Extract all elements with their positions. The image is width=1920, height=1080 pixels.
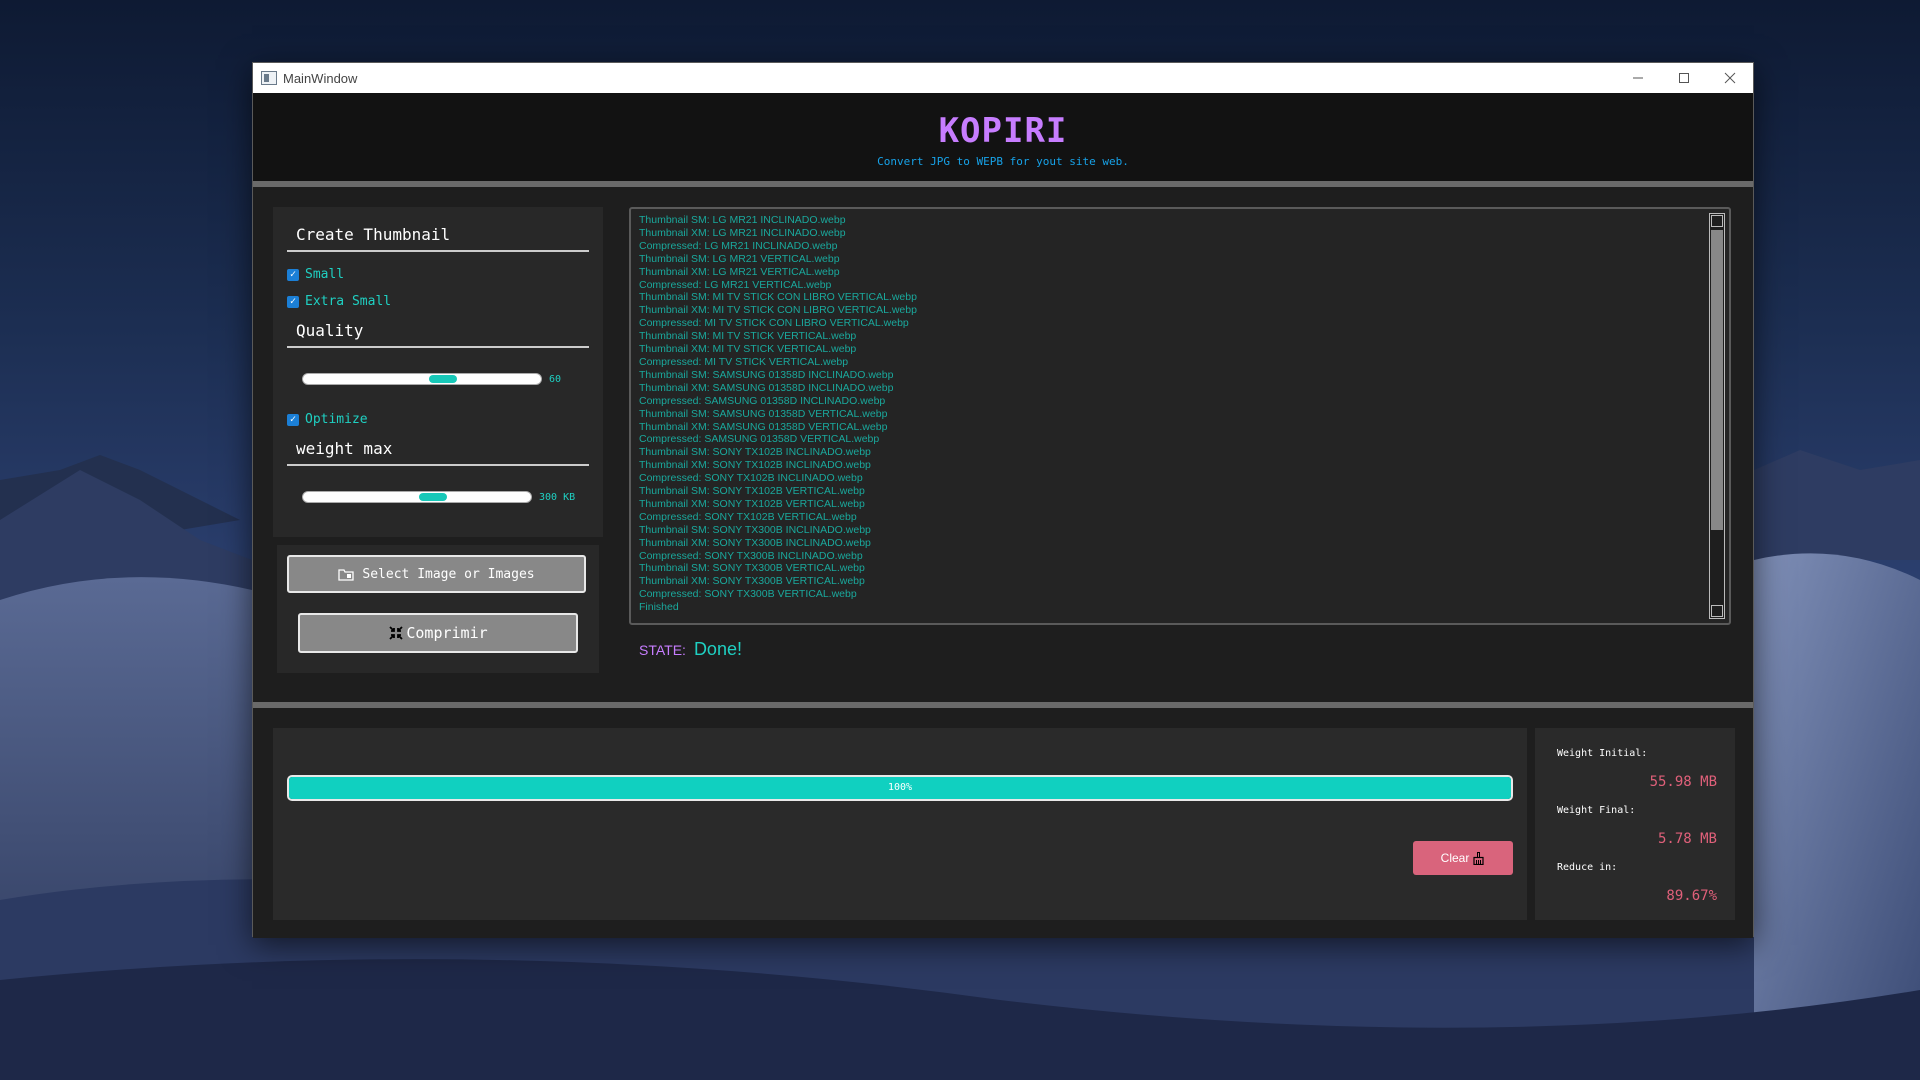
log-line: Thumbnail XM: SONY TX300B INCLINADO.webp: [639, 536, 871, 549]
log-line: Compressed: SONY TX300B INCLINADO.webp: [639, 549, 863, 562]
scroll-down-button[interactable]: [1711, 605, 1723, 617]
log-line: Compressed: LG MR21 VERTICAL.webp: [639, 278, 832, 291]
checkmark-icon: ✓: [287, 295, 299, 308]
app-window-icon: [261, 71, 277, 85]
log-scrollbar[interactable]: [1709, 213, 1725, 619]
log-line: Thumbnail SM: MI TV STICK VERTICAL.webp: [639, 330, 857, 343]
log-output[interactable]: Thumbnail SM: LG MR21 INCLINADO.webp Thum…: [629, 207, 1731, 625]
state-indicator: STATE: Done!: [639, 639, 742, 660]
checkmark-icon: ✓: [287, 268, 299, 281]
weight-value: 300 KB: [539, 492, 576, 503]
app-header: KOPIRI Convert JPG to WEPB for yout site…: [253, 93, 1753, 181]
log-line: Thumbnail XM: SONY TX102B INCLINADO.webp: [639, 459, 871, 472]
bottom-area: 100% Clear Weight Initial: 55.98 MB Weig…: [253, 708, 1753, 938]
log-line: Thumbnail XM: LG MR21 INCLINADO.webp: [639, 226, 846, 239]
actions-panel: Select Image or Images Comprimir: [277, 545, 599, 673]
checkmark-icon: ✓: [287, 413, 299, 426]
quality-value: 60: [549, 374, 562, 385]
minimize-icon: [1633, 77, 1643, 79]
clear-button[interactable]: Clear: [1413, 841, 1513, 875]
weight-final-value: 5.78 MB: [1657, 831, 1717, 847]
log-line: Thumbnail SM: SONY TX102B INCLINADO.webp: [639, 446, 871, 459]
main-area: Create Thumbnail ✓ Small ✓ Extra Small Q…: [253, 187, 1753, 702]
close-button[interactable]: [1707, 63, 1753, 93]
quality-slider-handle[interactable]: [429, 375, 457, 383]
weight-initial-value: 55.98 MB: [1649, 774, 1717, 790]
log-line: Compressed: SONY TX300B VERTICAL.webp: [639, 588, 857, 601]
log-line: Compressed: SAMSUNG 01358D INCLINADO.web…: [639, 394, 886, 407]
optimize-checkbox[interactable]: ✓ Optimize: [287, 412, 368, 427]
optimize-label: Optimize: [305, 412, 368, 427]
log-line: Thumbnail SM: SONY TX102B VERTICAL.webp: [639, 485, 865, 498]
log-line: Thumbnail SM: SAMSUNG 01358D INCLINADO.w…: [639, 368, 894, 381]
clear-label: Clear: [1440, 851, 1470, 865]
options-panel: Create Thumbnail ✓ Small ✓ Extra Small Q…: [273, 207, 603, 537]
folder-icon: [338, 568, 355, 581]
log-lines: Thumbnail SM: LG MR21 INCLINADO.webp Thum…: [639, 214, 1721, 614]
app-name: KOPIRI: [938, 111, 1068, 151]
log-line: Thumbnail XM: SAMSUNG 01358D VERTICAL.we…: [639, 420, 888, 433]
main-window: MainWindow KOPIRI Convert JPG to WEPB fo…: [252, 62, 1754, 938]
state-label: STATE:: [639, 642, 686, 658]
log-line: Thumbnail SM: MI TV STICK CON LIBRO VERT…: [639, 291, 917, 304]
compress-icon: [389, 626, 403, 640]
log-line: Compressed: MI TV STICK CON LIBRO VERTIC…: [639, 317, 909, 330]
extra-small-label: Extra Small: [305, 294, 392, 309]
weight-slider-handle[interactable]: [419, 493, 447, 501]
stats-panel: Weight Initial: 55.98 MB Weight Final: 5…: [1535, 728, 1735, 920]
log-line: Compressed: SAMSUNG 01358D VERTICAL.webp: [639, 433, 880, 446]
compress-label: Comprimir: [406, 624, 488, 642]
title-bar[interactable]: MainWindow: [253, 63, 1753, 93]
broom-icon: [1473, 851, 1484, 865]
log-line: Thumbnail XM: MI TV STICK VERTICAL.webp: [639, 343, 857, 356]
log-line: Thumbnail XM: SONY TX300B VERTICAL.webp: [639, 575, 865, 588]
log-line: Thumbnail SM: SAMSUNG 01358D VERTICAL.we…: [639, 407, 888, 420]
progress-text: 100%: [887, 782, 913, 793]
progress-bar: 100%: [287, 775, 1513, 801]
log-line: Thumbnail SM: LG MR21 VERTICAL.webp: [639, 252, 840, 265]
close-icon: [1724, 72, 1736, 84]
quality-section-title: Quality: [287, 321, 589, 348]
scroll-up-button[interactable]: [1711, 215, 1723, 227]
weight-section-title: weight max: [287, 439, 589, 466]
log-line: Thumbnail SM: SONY TX300B VERTICAL.webp: [639, 562, 865, 575]
progress-panel: 100% Clear: [273, 728, 1527, 920]
reduce-label: Reduce in:: [1557, 862, 1618, 873]
weight-final-label: Weight Final:: [1557, 805, 1636, 816]
maximize-button[interactable]: [1661, 63, 1707, 93]
log-line: Compressed: LG MR21 INCLINADO.webp: [639, 239, 838, 252]
log-line: Thumbnail XM: LG MR21 VERTICAL.webp: [639, 265, 840, 278]
log-line: Thumbnail XM: MI TV STICK CON LIBRO VERT…: [639, 304, 917, 317]
select-images-label: Select Image or Images: [362, 566, 535, 582]
select-images-button[interactable]: Select Image or Images: [287, 555, 586, 593]
log-line: Thumbnail XM: SAMSUNG 01358D INCLINADO.w…: [639, 381, 894, 394]
thumbnail-section-title: Create Thumbnail: [287, 225, 589, 252]
scroll-thumb[interactable]: [1711, 230, 1723, 530]
small-checkbox[interactable]: ✓ Small: [287, 267, 344, 282]
app-subtitle: Convert JPG to WEPB for yout site web.: [877, 155, 1129, 168]
extra-small-checkbox[interactable]: ✓ Extra Small: [287, 294, 391, 309]
weight-initial-label: Weight Initial:: [1557, 748, 1648, 759]
log-line: Compressed: SONY TX102B INCLINADO.webp: [639, 472, 863, 485]
state-value: Done!: [693, 639, 742, 659]
log-line: Thumbnail XM: SONY TX102B VERTICAL.webp: [639, 497, 865, 510]
log-line: Finished: [639, 601, 679, 614]
log-line: Compressed: MI TV STICK VERTICAL.webp: [639, 355, 849, 368]
weight-slider[interactable]: [302, 491, 532, 503]
minimize-button[interactable]: [1615, 63, 1661, 93]
log-line: Thumbnail SM: SONY TX300B INCLINADO.webp: [639, 523, 871, 536]
maximize-icon: [1679, 73, 1689, 83]
compress-button[interactable]: Comprimir: [298, 613, 578, 653]
reduce-value: 89.67%: [1666, 888, 1717, 904]
small-label: Small: [305, 267, 345, 282]
log-line: Thumbnail SM: LG MR21 INCLINADO.webp: [639, 214, 846, 226]
window-title: MainWindow: [283, 70, 358, 86]
log-line: Compressed: SONY TX102B VERTICAL.webp: [639, 510, 857, 523]
quality-slider[interactable]: [302, 373, 542, 385]
